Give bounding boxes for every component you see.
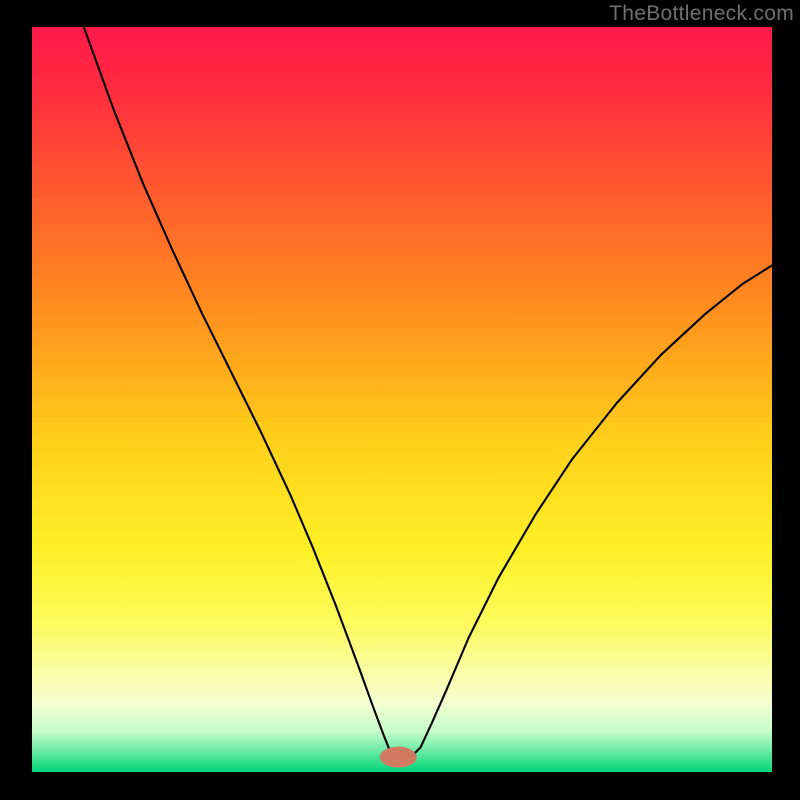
plot-area (32, 27, 772, 772)
chart-svg (32, 27, 772, 772)
plot-background (32, 27, 772, 772)
chart-frame: TheBottleneck.com (0, 0, 800, 800)
minimum-marker (380, 747, 417, 768)
watermark-text: TheBottleneck.com (609, 2, 794, 26)
